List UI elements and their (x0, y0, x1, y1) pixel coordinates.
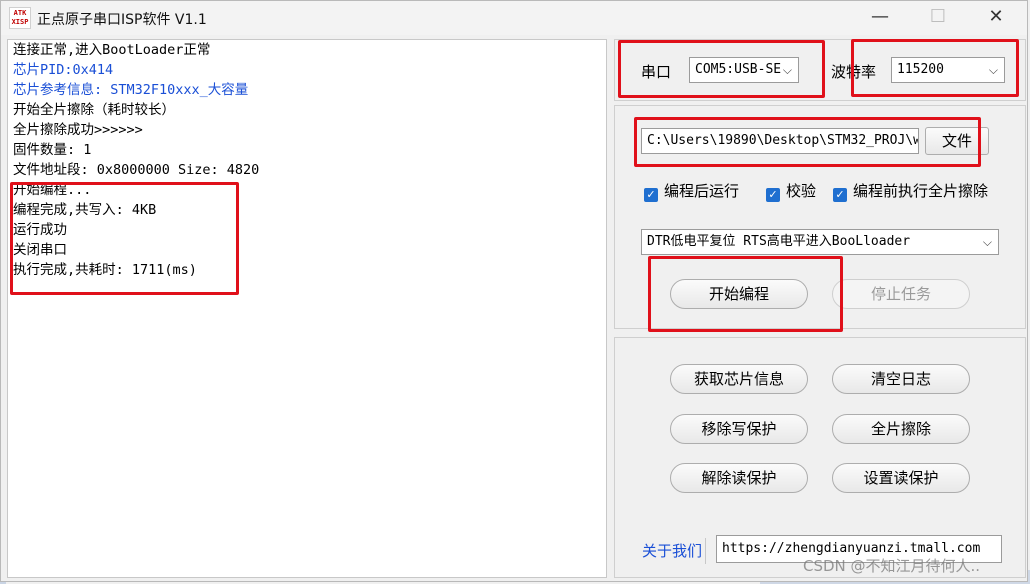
checkbox-run-after-program[interactable]: ✓ 编程后运行 (644, 181, 739, 202)
set-read-protect-button[interactable]: 设置读保护 (832, 463, 970, 493)
stop-task-button[interactable]: 停止任务 (832, 279, 970, 309)
baud-label: 波特率 (831, 63, 877, 81)
log-line: 开始编程... (13, 182, 92, 198)
checkmark-icon: ✓ (833, 188, 847, 202)
file-browse-button[interactable]: 文件 (925, 127, 989, 155)
remove-read-protect-button[interactable]: 解除读保护 (670, 463, 808, 493)
tools-group: 获取芯片信息 清空日志 移除写保护 全片擦除 解除读保护 设置读保护 关于我们 … (614, 337, 1026, 578)
chevron-down-icon: ⌵ (982, 235, 992, 249)
log-line: 关闭串口 (13, 242, 67, 258)
checkbox-verify[interactable]: ✓ 校验 (766, 181, 816, 202)
remove-write-protect-button[interactable]: 移除写保护 (670, 414, 808, 444)
programming-group: C:\Users\19890\Desktop\STM32_PROJ\wc 文件 … (614, 105, 1026, 329)
start-programming-button[interactable]: 开始编程 (670, 279, 808, 309)
firmware-path-input[interactable]: C:\Users\19890\Desktop\STM32_PROJ\wc (641, 128, 919, 154)
title-bar[interactable]: ATK XISP 正点原子串口ISP软件 V1.1 — ☐ ✕ (1, 1, 1027, 35)
port-label: 串口 (641, 63, 672, 81)
baud-select[interactable]: 115200 ⌵ (891, 57, 1005, 83)
log-line: 固件数量: 1 (13, 142, 92, 158)
log-line: 开始全片擦除（耗时较长） (13, 102, 175, 118)
window-title: 正点原子串口ISP软件 V1.1 (37, 12, 207, 28)
log-line: 芯片PID:0x414 (13, 62, 114, 78)
log-line: 执行完成,共耗时: 1711(ms) (13, 262, 197, 278)
log-line: 文件地址段: 0x8000000 Size: 4820 (13, 162, 260, 178)
log-line: 连接正常,进入BootLoader正常 (13, 42, 211, 58)
log-line: 运行成功 (13, 222, 67, 238)
log-line: 编程完成,共写入: 4KB (13, 202, 157, 218)
about-us-label: 关于我们 (642, 542, 703, 560)
checkbox-erase-before-program[interactable]: ✓ 编程前执行全片擦除 (833, 181, 988, 202)
checkmark-icon: ✓ (644, 188, 658, 202)
port-select[interactable]: COM5:USB-SE ⌵ (689, 57, 799, 83)
port-settings-group: 串口 COM5:USB-SE ⌵ 波特率 115200 ⌵ (614, 39, 1026, 101)
log-line: 全片擦除成功>>>>>> (13, 122, 143, 138)
watermark: CSDN @不知江月待何人.. (803, 557, 981, 575)
reset-mode-select[interactable]: DTR低电平复位 RTS高电平进入BooLloader ⌵ (641, 229, 999, 255)
chevron-down-icon: ⌵ (782, 63, 792, 77)
divider (705, 538, 706, 564)
minimize-icon[interactable]: — (851, 1, 909, 35)
log-output[interactable]: 连接正常,进入BootLoader正常 芯片PID:0x414 芯片参考信息: ST… (7, 39, 607, 578)
chevron-down-icon: ⌵ (988, 63, 998, 77)
full-erase-button[interactable]: 全片擦除 (832, 414, 970, 444)
checkmark-icon: ✓ (766, 188, 780, 202)
maximize-icon[interactable]: ☐ (909, 1, 967, 35)
isp-window: ATK XISP 正点原子串口ISP软件 V1.1 — ☐ ✕ 连接正常,进入B… (0, 0, 1028, 582)
log-line: 芯片参考信息: STM32F10xxx_大容量 (13, 82, 249, 98)
get-chip-info-button[interactable]: 获取芯片信息 (670, 364, 808, 394)
close-icon[interactable]: ✕ (967, 1, 1025, 35)
app-logo-icon: ATK XISP (9, 7, 31, 29)
clear-log-button[interactable]: 清空日志 (832, 364, 970, 394)
